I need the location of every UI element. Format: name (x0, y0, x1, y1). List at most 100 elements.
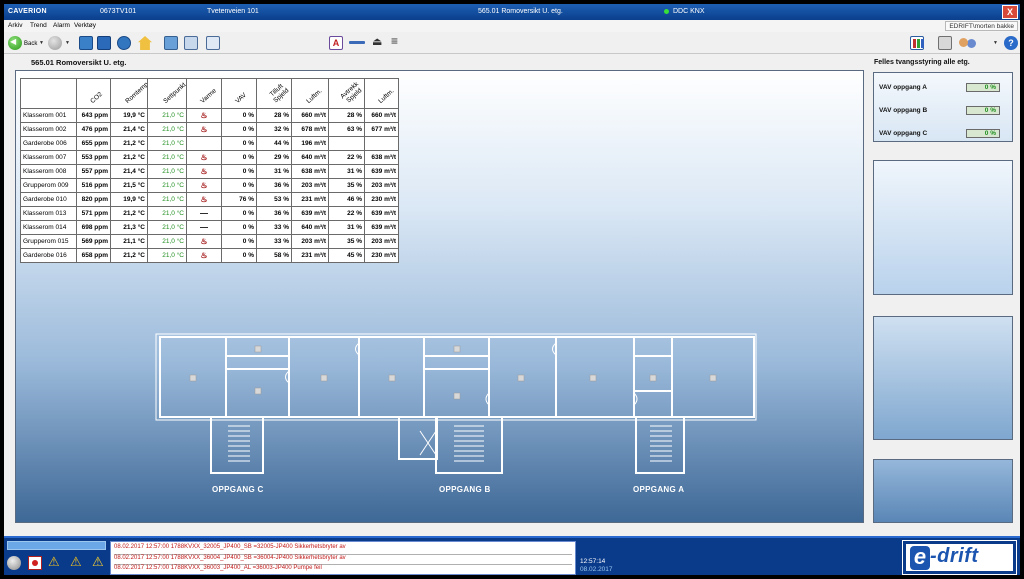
column-header-label: Settpunkt (162, 81, 187, 105)
trend-chart-icon[interactable] (206, 36, 220, 50)
cell-temp: 21,1 °C (110, 234, 148, 249)
vav-c-value[interactable]: 0 % (966, 129, 1000, 138)
column-header: Tilluft Spjeld (256, 78, 292, 109)
column-header-label: Luftm. (305, 87, 324, 105)
cell-sup-damper: 29 % (256, 150, 292, 165)
text-edit-icon[interactable]: A (329, 36, 343, 50)
vav-b-value[interactable]: 0 % (966, 106, 1000, 115)
list-icon[interactable] (389, 34, 403, 50)
application-window: CAVERION 0673TV101 Tvetenveien 101 565.0… (4, 4, 1020, 575)
sensor-icon[interactable] (254, 345, 262, 353)
heating-status-icon (186, 136, 222, 151)
cell-ext-flow: 230 m³/t (364, 192, 399, 207)
warning-icon[interactable] (92, 554, 106, 570)
alarm-list: 08.02.2017 12:57:00 1788KVXX_32005_JP400… (110, 541, 576, 575)
table-row[interactable]: Grupperom 015 569 ppm 21,1 °C 21,0 °C ♨ 0 % 33… (20, 234, 399, 249)
cell-vav: 0 % (221, 206, 257, 221)
table-row[interactable]: Garderobe 006 655 ppm 21,2 °C 21,0 °C 0 % 44 … (20, 136, 399, 151)
table-icon[interactable] (184, 36, 198, 50)
cell-sup-damper: 28 % (256, 108, 292, 123)
cell-sup-flow: 203 m³/t (291, 234, 329, 249)
cell-ext-damper: 45 % (328, 248, 365, 263)
alarm-entry[interactable]: 08.02.2017 12:57:00 1788KVXX_32005_JP400… (114, 544, 346, 550)
sensor-icon[interactable] (589, 374, 597, 382)
network-icon[interactable] (164, 36, 178, 50)
heating-status-icon: — (186, 206, 222, 221)
printer-icon[interactable] (938, 36, 952, 50)
back-dropdown-icon[interactable]: ▼ (39, 40, 44, 46)
side-panel-1 (873, 160, 1013, 295)
vav-a-value[interactable]: 0 % (966, 83, 1000, 92)
home-icon[interactable] (138, 36, 152, 50)
sensor-icon[interactable] (649, 374, 657, 382)
menu-trend[interactable]: Trend (30, 22, 47, 29)
alarm-list-icon[interactable] (28, 556, 42, 570)
back-arrow-icon[interactable] (8, 36, 22, 50)
forward-dropdown-icon[interactable]: ▼ (65, 40, 70, 46)
building-address: Tvetenveien 101 (207, 8, 259, 15)
forward-arrow-icon[interactable] (48, 36, 62, 50)
warning-icon[interactable] (70, 554, 84, 570)
print-icon[interactable] (370, 35, 384, 50)
column-header: VAV (221, 78, 257, 109)
cell-room: Klasserom 002 (20, 122, 77, 137)
heating-status-icon: ♨ (186, 164, 222, 179)
table-row[interactable]: Grupperom 009 516 ppm 21,5 °C 21,0 °C ♨ 0 % 36… (20, 178, 399, 193)
table-row[interactable]: Klasserom 002 476 ppm 21,4 °C 21,0 °C ♨ 0 % 32… (20, 122, 399, 137)
sensor-icon[interactable] (254, 387, 262, 395)
sensor-icon[interactable] (388, 374, 396, 382)
users-icon[interactable] (958, 36, 978, 50)
menu-arkiv[interactable]: Arkiv (8, 22, 22, 29)
cell-ext-damper: 35 % (328, 234, 365, 249)
key-icon[interactable] (349, 36, 365, 50)
alarm-entry[interactable]: 08.02.2017 12:57:00 1788KVXX_36003_JP400… (114, 564, 572, 571)
screenshot-icon[interactable] (79, 36, 93, 50)
table-row[interactable]: Klasserom 013 571 ppm 21,2 °C 21,0 °C —0 % 36… (20, 206, 399, 221)
stairwell-label-c[interactable]: OPPGANG C (212, 485, 264, 494)
globe-icon[interactable] (117, 36, 131, 50)
table-row[interactable]: Klasserom 014 698 ppm 21,3 °C 21,0 °C —0 % 33… (20, 220, 399, 235)
image-view-icon[interactable] (97, 36, 111, 50)
heating-status-icon: ♨ (186, 108, 222, 123)
column-header (20, 78, 77, 109)
command-input[interactable] (7, 541, 106, 550)
close-button[interactable]: X (1002, 5, 1018, 19)
settings-disc-icon[interactable] (7, 556, 21, 570)
cell-ext-damper: 28 % (328, 108, 365, 123)
sensor-icon[interactable] (453, 345, 461, 353)
cell-set: 21,0 °C (147, 220, 187, 235)
stairwell-label-b[interactable]: OPPGANG B (439, 485, 491, 494)
cell-room: Klasserom 008 (20, 164, 77, 179)
help-icon[interactable]: ? (1004, 36, 1018, 50)
users-dropdown-icon[interactable]: ▼ (993, 40, 998, 46)
bar-chart-icon[interactable] (910, 36, 924, 50)
sensor-icon[interactable] (320, 374, 328, 382)
sensor-icon[interactable] (189, 374, 197, 382)
menu-alarm[interactable]: Alarm (53, 22, 70, 29)
column-header: Varme (186, 78, 222, 109)
column-header: Luftm. (364, 78, 399, 109)
sensor-icon[interactable] (517, 374, 525, 382)
cell-temp: 19,9 °C (110, 108, 148, 123)
cell-vav: 0 % (221, 136, 257, 151)
stairwell-label-a[interactable]: OPPGANG A (633, 485, 684, 494)
menu-verktoy[interactable]: Verktøy (74, 22, 96, 29)
table-row[interactable]: Klasserom 001 643 ppm 19,9 °C 21,0 °C ♨ 0 % 28… (20, 108, 399, 123)
back-button-label[interactable]: Back (24, 41, 37, 47)
sensor-icon[interactable] (453, 392, 461, 400)
cell-set: 21,0 °C (147, 248, 187, 263)
cell-ext-flow: 639 m³/t (364, 164, 399, 179)
column-header-label: CO2 (88, 90, 104, 105)
table-row[interactable]: Garderobe 016 658 ppm 21,2 °C 21,0 °C ♨ 0 % 58… (20, 248, 399, 263)
logo-text: -drift (930, 545, 979, 567)
alarm-entry[interactable]: 08.02.2017 12:57:00 1788KVXX_36004_JP400… (114, 554, 572, 561)
warning-icon[interactable] (48, 554, 62, 570)
table-row[interactable]: Garderobe 010 820 ppm 19,9 °C 21,0 °C ♨ 76 % 5… (20, 192, 399, 207)
cell-ext-damper: 63 % (328, 122, 365, 137)
cell-sup-damper: 36 % (256, 178, 292, 193)
side-panel-2 (873, 316, 1013, 440)
table-row[interactable]: Klasserom 007 553 ppm 21,2 °C 21,0 °C ♨ 0 % 29… (20, 150, 399, 165)
sensor-icon[interactable] (709, 374, 717, 382)
table-row[interactable]: Klasserom 008 557 ppm 21,4 °C 21,0 °C ♨ 0 % 31… (20, 164, 399, 179)
cell-set: 21,0 °C (147, 178, 187, 193)
